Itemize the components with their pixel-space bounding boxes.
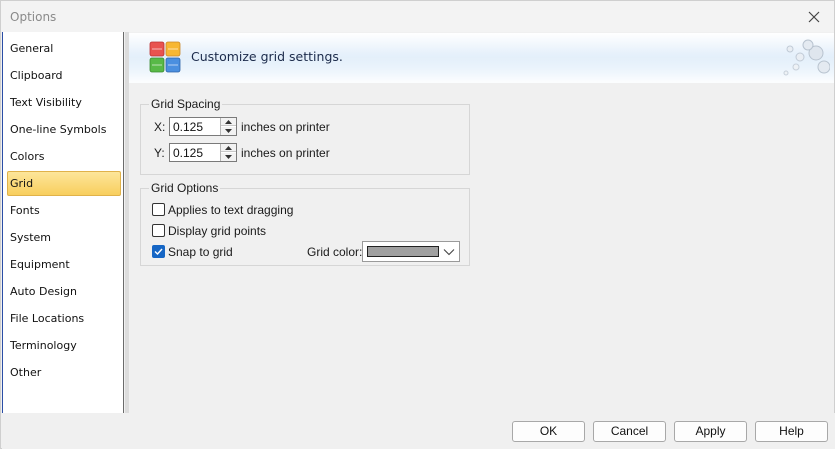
y-label: Y: [154,146,165,160]
sidebar-item-other[interactable]: Other [7,360,121,385]
x-spacing-spinner [169,117,237,136]
sidebar-item-general[interactable]: General [7,36,121,61]
grid-spacing-group: Grid Spacing [140,97,470,175]
snap-to-grid-label[interactable]: Snap to grid [168,245,233,259]
x-unit-label: inches on printer [241,120,330,134]
y-spacing-input[interactable] [173,146,221,160]
x-decrement-button[interactable] [221,127,236,135]
sidebar-item-system[interactable]: System [7,225,121,250]
x-increment-button[interactable] [221,118,236,126]
x-spacing-input[interactable] [173,120,221,134]
checkmark-icon [154,248,163,256]
help-button[interactable]: Help [755,421,828,442]
chevron-up-icon [225,145,232,150]
snap-to-grid-checkbox[interactable] [152,245,165,258]
sidebar-item-text-visibility[interactable]: Text Visibility [7,90,121,115]
chevron-down-icon [443,249,455,256]
display-grid-points-label[interactable]: Display grid points [168,224,266,238]
category-sidebar: General Clipboard Text Visibility One-li… [2,32,124,413]
grid-spacing-label: Grid Spacing [149,97,223,111]
banner-title: Customize grid settings. [191,49,343,64]
y-spinner-buttons [220,144,236,161]
grid-color-swatch [367,246,439,257]
chevron-up-icon [225,119,232,124]
sidebar-item-equipment[interactable]: Equipment [7,252,121,277]
chevron-down-icon [225,155,232,159]
y-increment-button[interactable] [221,144,236,152]
grid-settings-icon [149,41,181,73]
sidebar-item-one-line-symbols[interactable]: One-line Symbols [7,117,121,142]
y-decrement-button[interactable] [221,153,236,161]
sidebar-item-colors[interactable]: Colors [7,144,121,169]
y-spacing-spinner [169,143,237,162]
sidebar-item-clipboard[interactable]: Clipboard [7,63,121,88]
close-button[interactable] [794,1,834,32]
title-bar: Options [1,1,834,32]
x-spinner-buttons [220,118,236,135]
sidebar-item-grid[interactable]: Grid [7,171,121,196]
sidebar-item-file-locations[interactable]: File Locations [7,306,121,331]
grid-color-label: Grid color: [307,245,363,259]
grid-options-label: Grid Options [149,181,221,195]
apply-button[interactable]: Apply [674,421,747,442]
window-title: Options [10,10,57,24]
grid-color-dropdown[interactable] [362,241,460,262]
sidebar-item-fonts[interactable]: Fonts [7,198,121,223]
cancel-button[interactable]: Cancel [593,421,666,442]
y-unit-label: inches on printer [241,146,330,160]
applies-text-dragging-label[interactable]: Applies to text dragging [168,203,293,217]
sidebar-item-terminology[interactable]: Terminology [7,333,121,358]
sidebar-item-auto-design[interactable]: Auto Design [7,279,121,304]
decorative-bubbles-icon [783,39,830,76]
page-banner: Customize grid settings. [129,33,834,83]
dialog-footer: OK Cancel Apply Help [2,413,835,449]
ok-button[interactable]: OK [512,421,585,442]
display-grid-points-checkbox[interactable] [152,224,165,237]
close-icon [808,11,820,22]
applies-text-dragging-checkbox[interactable] [152,203,165,216]
options-window: Options General Clipboard Text Visibilit… [0,0,835,449]
x-label: X: [154,120,166,134]
chevron-down-icon [225,129,232,133]
